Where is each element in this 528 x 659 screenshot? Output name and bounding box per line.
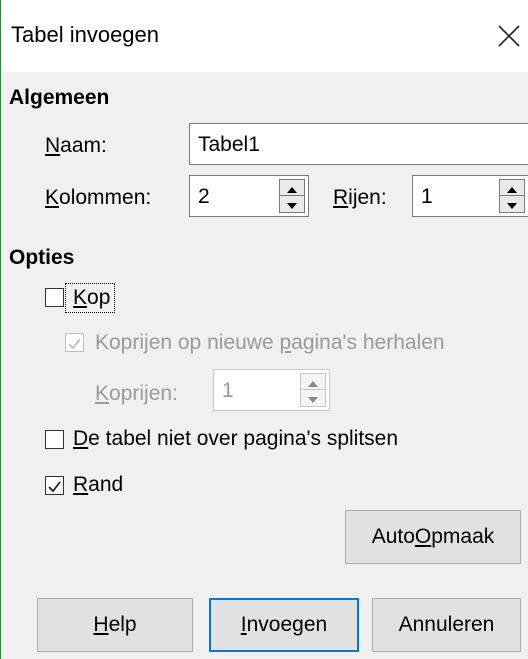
repeat-heading-label: Koprijen op nieuwe pagina's herhalen xyxy=(95,331,445,354)
name-input-value: Tabel1 xyxy=(198,133,260,156)
insert-button[interactable]: Invoegen xyxy=(209,598,359,652)
heading-rows-spinbox[interactable]: 1 xyxy=(213,369,330,411)
rows-spin-buttons[interactable] xyxy=(499,179,525,213)
border-label: Rand xyxy=(73,473,124,496)
cancel-button[interactable]: Annuleren xyxy=(372,598,521,652)
close-icon[interactable] xyxy=(489,18,528,54)
heading-rows-value: 1 xyxy=(222,379,234,402)
spin-up-icon[interactable] xyxy=(500,180,524,196)
title-bar: Tabel invoegen xyxy=(1,0,528,72)
heading-label: Kop xyxy=(73,286,111,309)
rows-value: 1 xyxy=(421,185,433,208)
columns-label: Kolommen: xyxy=(45,186,152,209)
dont-split-label: De tabel niet over pagina's splitsen xyxy=(73,427,399,450)
spin-down-icon[interactable] xyxy=(500,196,524,212)
spin-up-icon[interactable] xyxy=(280,180,304,196)
dont-split-checkbox[interactable] xyxy=(45,430,64,449)
name-input[interactable]: Tabel1 xyxy=(189,123,528,165)
help-button[interactable]: Help xyxy=(37,598,193,652)
spin-up-icon[interactable] xyxy=(301,374,325,390)
border-checkbox[interactable] xyxy=(45,476,64,495)
autoformat-button[interactable]: AutoOpmaak xyxy=(345,510,521,564)
insert-table-dialog: Tabel invoegen Algemeen Naam: Tabel1 Kol… xyxy=(0,0,528,659)
section-general-heading: Algemeen xyxy=(9,86,110,109)
rows-label: Rijen: xyxy=(333,186,387,209)
rows-spinbox[interactable]: 1 xyxy=(412,175,528,217)
heading-rows-spin-buttons[interactable] xyxy=(300,373,326,407)
section-options-heading: Opties xyxy=(9,246,75,269)
dialog-title: Tabel invoegen xyxy=(11,22,160,47)
spin-down-icon[interactable] xyxy=(301,390,325,406)
name-label: Naam: xyxy=(45,134,107,157)
repeat-heading-checkbox[interactable] xyxy=(65,333,84,352)
columns-value: 2 xyxy=(198,185,210,208)
heading-checkbox[interactable] xyxy=(45,288,64,307)
checkmark-icon xyxy=(68,338,81,350)
checkmark-icon xyxy=(48,481,61,493)
columns-spinbox[interactable]: 2 xyxy=(189,175,309,217)
spin-down-icon[interactable] xyxy=(280,196,304,212)
heading-rows-label: Koprijen: xyxy=(95,382,178,405)
columns-spin-buttons[interactable] xyxy=(279,179,305,213)
